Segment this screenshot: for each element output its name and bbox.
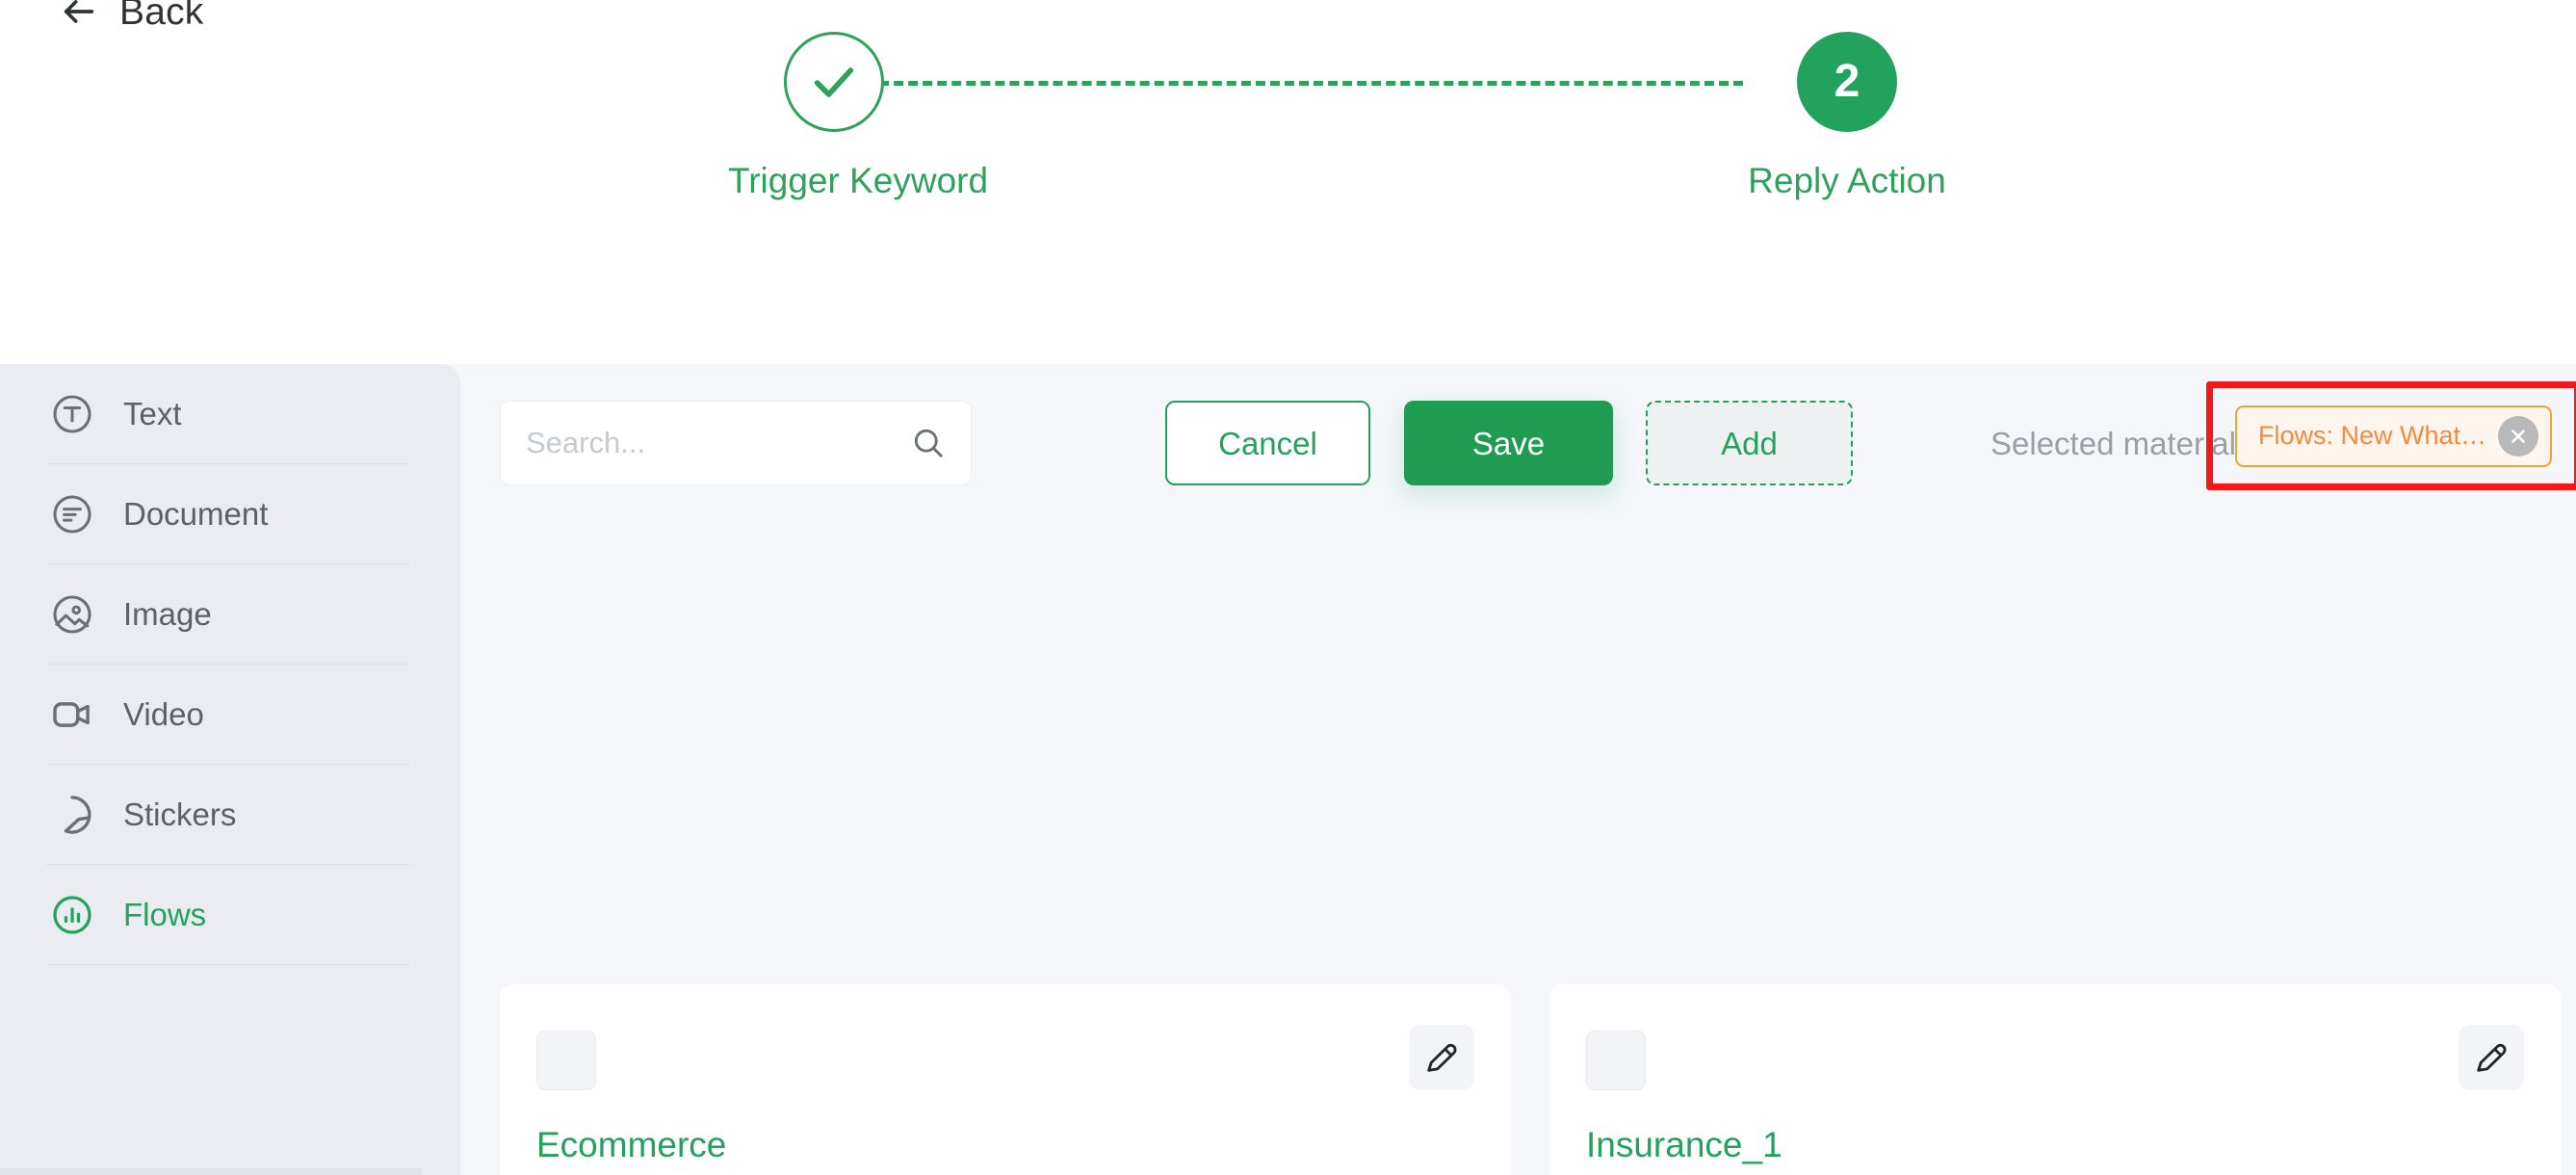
back-label: Back (119, 0, 204, 33)
step-indicator-completed (784, 32, 884, 132)
sticker-icon (64, 795, 91, 834)
card-edit-button[interactable] (1409, 1025, 1474, 1090)
pencil-icon (1427, 1043, 1457, 1072)
text-circle-icon (53, 394, 91, 433)
stepper-connector-line (836, 81, 1743, 86)
card-title: Insurance_1 (1586, 1125, 1782, 1164)
selected-material-chip[interactable]: Flows: New What… (2234, 405, 2553, 467)
card-thumbnail (536, 1031, 596, 1090)
document-circle-icon (53, 494, 91, 534)
search-box[interactable] (500, 401, 972, 485)
add-button[interactable]: Add (1646, 401, 1853, 485)
step-indicator-active: 2 (1797, 32, 1897, 132)
sidebar-item-flows[interactable]: Flows (0, 865, 460, 964)
cancel-button[interactable]: Cancel (1165, 401, 1370, 485)
sidebar-item-label: Flows (123, 897, 207, 932)
progress-stepper: Trigger Keyword 2 Reply Action (728, 32, 1946, 282)
selected-material-chip-label: Flows: New What… (2257, 421, 2487, 450)
flows-bar-chart-icon (53, 895, 91, 934)
close-circle-icon[interactable] (2498, 415, 2539, 457)
sidebar-item-video[interactable]: Video (0, 665, 460, 764)
material-card[interactable]: Ecommerce (500, 984, 1511, 1175)
material-card[interactable]: Insurance_1 (1549, 984, 2561, 1175)
stepper-step-reply-action[interactable]: 2 Reply Action (1741, 32, 1953, 198)
search-input[interactable] (526, 426, 910, 460)
video-camera-icon (53, 701, 90, 727)
pencil-icon (2477, 1043, 2507, 1072)
selected-material-highlight: Flows: New What… (2206, 381, 2576, 490)
stepper-step-trigger-keyword[interactable]: Trigger Keyword (728, 32, 989, 200)
stepper-step-label: Reply Action (1748, 161, 1946, 200)
material-type-sidebar: Text Document Image Video Stickers Flows (0, 364, 460, 1175)
sidebar-item-image[interactable]: Image (0, 564, 460, 664)
stepper-step-label: Trigger Keyword (728, 161, 989, 200)
sidebar-item-stickers[interactable]: Stickers (0, 765, 460, 864)
back-button[interactable]: Back (60, 0, 204, 31)
card-thumbnail (1586, 1031, 1646, 1090)
check-icon (814, 67, 854, 97)
sidebar-item-label: Video (123, 696, 204, 732)
sidebar-item-document[interactable]: Document (0, 464, 460, 563)
save-button[interactable]: Save (1404, 401, 1613, 485)
sidebar-divider (46, 964, 410, 965)
search-icon[interactable] (910, 425, 947, 461)
materials-card-grid: Ecommerce Insurance_1 (460, 539, 2576, 1175)
page-header: Back Trigger Keyword 2 Reply Action (0, 0, 2576, 364)
sidebar-scrollbar[interactable] (0, 1168, 422, 1175)
step-number: 2 (1834, 56, 1860, 107)
sidebar-item-label: Text (123, 396, 182, 431)
sidebar-item-label: Document (123, 496, 269, 532)
sidebar-item-label: Stickers (123, 796, 237, 832)
card-edit-button[interactable] (2459, 1025, 2524, 1090)
arrow-left-icon (64, 0, 94, 23)
sidebar-item-label: Image (123, 596, 212, 632)
card-title: Ecommerce (536, 1125, 727, 1164)
sidebar-item-text[interactable]: Text (0, 364, 460, 463)
image-circle-icon (53, 594, 91, 634)
main-content-area: Text Document Image Video Stickers Flows… (0, 364, 2576, 1175)
